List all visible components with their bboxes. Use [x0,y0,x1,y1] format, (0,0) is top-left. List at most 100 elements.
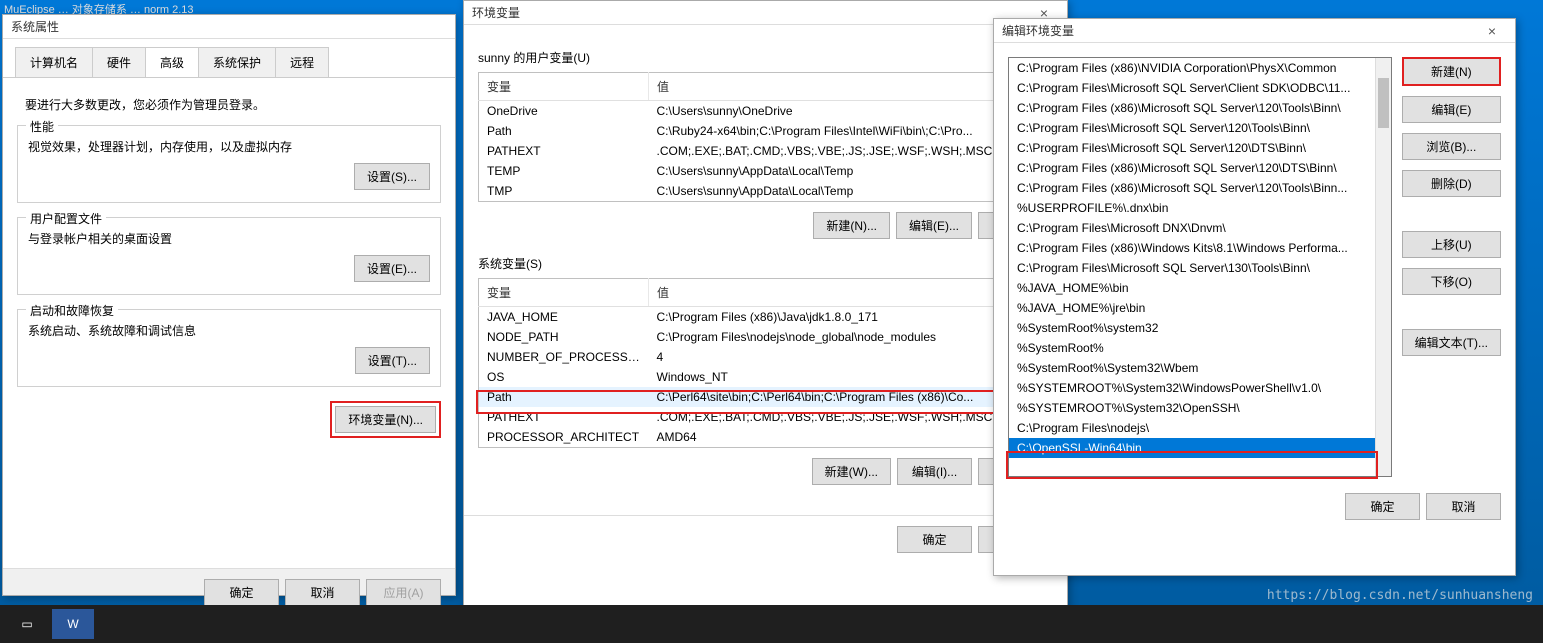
table-row[interactable]: JAVA_HOMEC:\Program Files (x86)\Java\jdk… [479,307,1053,328]
cell-name: TEMP [479,161,649,181]
tab-remote[interactable]: 远程 [275,47,329,77]
col-value[interactable]: 值 [649,73,1053,101]
list-item[interactable]: %JAVA_HOME%\jre\bin [1009,298,1391,318]
col-name[interactable]: 变量 [479,73,649,101]
delete-button[interactable]: 删除(D) [1402,170,1501,197]
move-down-button[interactable]: 下移(O) [1402,268,1501,295]
user-vars-table[interactable]: 变量值 OneDriveC:\Users\sunny\OneDrivePathC… [478,72,1053,202]
cell-value: .COM;.EXE;.BAT;.CMD;.VBS;.VBE;.JS;.JSE;.… [649,141,1053,161]
scrollbar-thumb[interactable] [1378,78,1389,128]
list-item[interactable]: C:\Program Files\nodejs\ [1009,418,1391,438]
system-properties-window: 系统属性 计算机名 硬件 高级 系统保护 远程 要进行大多数更改，您必须作为管理… [2,14,456,596]
list-item[interactable]: %SYSTEMROOT%\System32\WindowsPowerShell\… [1009,378,1391,398]
environment-variables-button[interactable]: 环境变量(N)... [335,406,436,433]
edit-ok-button[interactable]: 确定 [1345,493,1420,520]
list-item[interactable]: %SystemRoot% [1009,338,1391,358]
cell-value: C:\Perl64\site\bin;C:\Perl64\bin;C:\Prog… [649,387,1053,407]
table-row[interactable]: TMPC:\Users\sunny\AppData\Local\Temp [479,181,1053,202]
startup-text: 系统启动、系统故障和调试信息 [28,322,430,339]
table-row[interactable]: NODE_PATHC:\Program Files\nodejs\node_gl… [479,327,1053,347]
cell-value: C:\Ruby24-x64\bin;C:\Program Files\Intel… [649,121,1053,141]
list-item[interactable]: C:\Program Files (x86)\Windows Kits\8.1\… [1009,238,1391,258]
sys-edit-button[interactable]: 编辑(I)... [897,458,972,485]
env-title: 环境变量 [472,4,520,21]
tab-computer-name[interactable]: 计算机名 [15,47,93,77]
table-row[interactable]: PROCESSOR_ARCHITECTAMD64 [479,427,1053,448]
performance-settings-button[interactable]: 设置(S)... [354,163,430,190]
list-item[interactable]: %SystemRoot%\System32\Wbem [1009,358,1391,378]
system-vars-label: 系统变量(S) [478,255,1053,272]
sysprop-cancel-button[interactable]: 取消 [285,579,360,606]
tab-system-protection[interactable]: 系统保护 [198,47,276,77]
list-item[interactable]: %SYSTEMROOT%\System32\OpenSSH\ [1009,398,1391,418]
edit-title: 编辑环境变量 [1002,22,1074,39]
startup-group: 启动和故障恢复 系统启动、系统故障和调试信息 设置(T)... [17,309,441,387]
browse-button[interactable]: 浏览(B)... [1402,133,1501,160]
system-vars-table[interactable]: 变量值 JAVA_HOMEC:\Program Files (x86)\Java… [478,278,1053,448]
move-up-button[interactable]: 上移(U) [1402,231,1501,258]
edit-cancel-button[interactable]: 取消 [1426,493,1501,520]
sysprop-title: 系统属性 [11,18,59,35]
cell-name: TMP [479,181,649,202]
cell-value: C:\Users\sunny\AppData\Local\Temp [649,181,1053,202]
list-item[interactable]: C:\Program Files\Microsoft SQL Server\13… [1009,258,1391,278]
table-row[interactable]: NUMBER_OF_PROCESSORS4 [479,347,1053,367]
taskbar[interactable]: ▭ W [0,605,1543,643]
sys-new-button[interactable]: 新建(W)... [812,458,891,485]
table-row[interactable]: PATHEXT.COM;.EXE;.BAT;.CMD;.VBS;.VBE;.JS… [479,141,1053,161]
table-row[interactable]: TEMPC:\Users\sunny\AppData\Local\Temp [479,161,1053,181]
cell-value: C:\Program Files (x86)\Java\jdk1.8.0_171 [649,307,1053,328]
list-item[interactable]: C:\Program Files\Microsoft SQL Server\12… [1009,118,1391,138]
edit-button[interactable]: 编辑(E) [1402,96,1501,123]
list-item[interactable]: C:\Program Files\Microsoft SQL Server\12… [1009,138,1391,158]
list-item[interactable]: C:\Program Files (x86)\Microsoft SQL Ser… [1009,158,1391,178]
user-profiles-group: 用户配置文件 与登录帐户相关的桌面设置 设置(E)... [17,217,441,295]
scrollbar[interactable] [1375,58,1391,476]
new-button[interactable]: 新建(N) [1402,57,1501,86]
path-entries-list[interactable]: C:\Program Files (x86)\NVIDIA Corporatio… [1008,57,1392,477]
user-edit-button[interactable]: 编辑(E)... [896,212,972,239]
close-icon[interactable]: × [1477,23,1507,39]
cell-name: PATHEXT [479,407,649,427]
sysprop-tabs: 计算机名 硬件 高级 系统保护 远程 [3,39,455,78]
env-ok-button[interactable]: 确定 [897,526,972,553]
user-new-button[interactable]: 新建(N)... [813,212,890,239]
user-profiles-settings-button[interactable]: 设置(E)... [354,255,430,282]
tab-advanced[interactable]: 高级 [145,47,199,77]
list-item[interactable]: C:\OpenSSL-Win64\bin [1009,438,1391,458]
taskbar-icon[interactable]: ▭ [6,609,48,639]
cell-name: OneDrive [479,101,649,122]
cell-name: NUMBER_OF_PROCESSORS [479,347,649,367]
sysprop-ok-button[interactable]: 确定 [204,579,279,606]
list-item[interactable]: C:\Program Files\Microsoft SQL Server\Cl… [1009,78,1391,98]
startup-label: 启动和故障恢复 [26,302,118,319]
edit-env-var-window: 编辑环境变量 × C:\Program Files (x86)\NVIDIA C… [993,18,1516,576]
env-titlebar: 环境变量 × [464,1,1067,25]
list-item[interactable]: C:\Program Files (x86)\Microsoft SQL Ser… [1009,98,1391,118]
col-name-sys[interactable]: 变量 [479,279,649,307]
table-row[interactable]: OneDriveC:\Users\sunny\OneDrive [479,101,1053,122]
cell-value: C:\Users\sunny\OneDrive [649,101,1053,122]
list-item[interactable]: %JAVA_HOME%\bin [1009,278,1391,298]
sysprop-apply-button[interactable]: 应用(A) [366,579,441,606]
table-row[interactable]: OSWindows_NT [479,367,1053,387]
tab-hardware[interactable]: 硬件 [92,47,146,77]
edit-text-button[interactable]: 编辑文本(T)... [1402,329,1501,356]
cell-value: C:\Users\sunny\AppData\Local\Temp [649,161,1053,181]
table-row[interactable]: PathC:\Perl64\site\bin;C:\Perl64\bin;C:\… [479,387,1053,407]
list-item[interactable]: %SystemRoot%\system32 [1009,318,1391,338]
startup-settings-button[interactable]: 设置(T)... [355,347,430,374]
list-item[interactable]: C:\Program Files (x86)\Microsoft SQL Ser… [1009,178,1391,198]
cell-value: Windows_NT [649,367,1053,387]
taskbar-icon-word[interactable]: W [52,609,94,639]
performance-label: 性能 [26,118,58,135]
table-row[interactable]: PATHEXT.COM;.EXE;.BAT;.CMD;.VBS;.VBE;.JS… [479,407,1053,427]
list-item[interactable]: %USERPROFILE%\.dnx\bin [1009,198,1391,218]
col-value-sys[interactable]: 值 [649,279,1053,307]
table-row[interactable]: PathC:\Ruby24-x64\bin;C:\Program Files\I… [479,121,1053,141]
list-item[interactable]: C:\Program Files (x86)\NVIDIA Corporatio… [1009,58,1391,78]
cell-name: PATHEXT [479,141,649,161]
list-item[interactable]: C:\Program Files\Microsoft DNX\Dnvm\ [1009,218,1391,238]
env-vars-window: 环境变量 × sunny 的用户变量(U) 变量值 OneDriveC:\Use… [463,0,1068,640]
watermark: https://blog.csdn.net/sunhuansheng [1267,588,1533,603]
